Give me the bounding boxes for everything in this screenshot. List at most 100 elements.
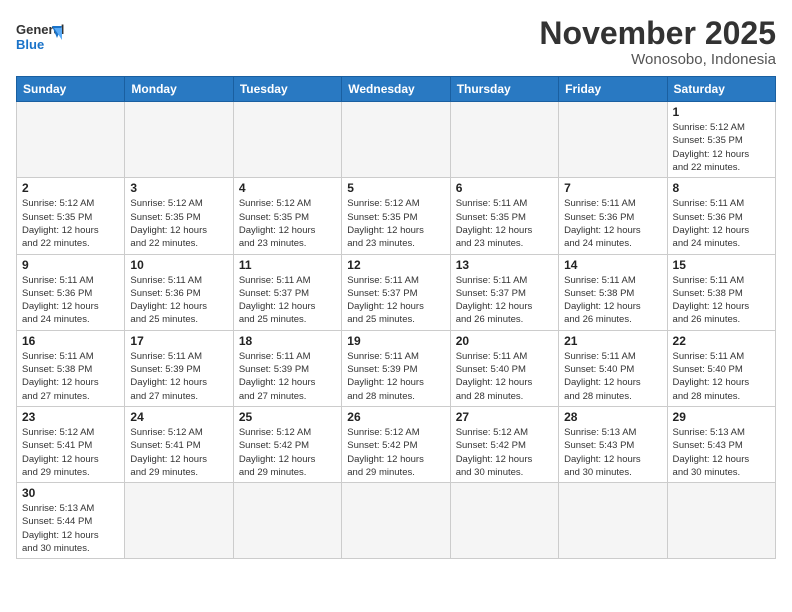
day-info: Sunrise: 5:12 AM Sunset: 5:35 PM Dayligh… <box>673 121 770 174</box>
day-info: Sunrise: 5:11 AM Sunset: 5:36 PM Dayligh… <box>22 274 119 327</box>
calendar-cell: 27 Sunrise: 5:12 AM Sunset: 5:42 PM Dayli… <box>450 406 558 482</box>
day-number: 2 <box>22 181 119 195</box>
calendar-week-row-1: 2 Sunrise: 5:12 AM Sunset: 5:35 PM Daylig… <box>17 178 776 254</box>
calendar-cell: 25 Sunrise: 5:12 AM Sunset: 5:42 PM Dayli… <box>233 406 341 482</box>
weekday-header-wednesday: Wednesday <box>342 77 450 102</box>
weekday-header-friday: Friday <box>559 77 667 102</box>
calendar-cell: 16 Sunrise: 5:11 AM Sunset: 5:38 PM Dayli… <box>17 330 125 406</box>
day-number: 29 <box>673 410 770 424</box>
calendar-cell: 14Sunrise: 5:11 AM Sunset: 5:38 PM Dayli… <box>559 254 667 330</box>
weekday-header-monday: Monday <box>125 77 233 102</box>
day-info: Sunrise: 5:11 AM Sunset: 5:35 PM Dayligh… <box>456 197 553 250</box>
day-number: 27 <box>456 410 553 424</box>
calendar-cell <box>559 483 667 559</box>
day-info: Sunrise: 5:11 AM Sunset: 5:39 PM Dayligh… <box>239 350 336 403</box>
day-number: 7 <box>564 181 661 195</box>
day-number: 3 <box>130 181 227 195</box>
day-number: 5 <box>347 181 444 195</box>
calendar-cell: 20 Sunrise: 5:11 AM Sunset: 5:40 PM Dayli… <box>450 330 558 406</box>
day-number: 20 <box>456 334 553 348</box>
day-number: 22 <box>673 334 770 348</box>
calendar-cell: 29 Sunrise: 5:13 AM Sunset: 5:43 PM Dayli… <box>667 406 775 482</box>
day-info: Sunrise: 5:11 AM Sunset: 5:36 PM Dayligh… <box>564 197 661 250</box>
day-info: Sunrise: 5:11 AM Sunset: 5:36 PM Dayligh… <box>673 197 770 250</box>
logo: GeneralBlue <box>16 16 64 56</box>
day-info: Sunrise: 5:11 AM Sunset: 5:40 PM Dayligh… <box>564 350 661 403</box>
calendar-cell: 4 Sunrise: 5:12 AM Sunset: 5:35 PM Daylig… <box>233 178 341 254</box>
calendar-cell <box>125 102 233 178</box>
calendar-cell: 1Sunrise: 5:12 AM Sunset: 5:35 PM Daylig… <box>667 102 775 178</box>
calendar-cell <box>559 102 667 178</box>
calendar-week-row-4: 23 Sunrise: 5:12 AM Sunset: 5:41 PM Dayli… <box>17 406 776 482</box>
day-info: Sunrise: 5:11 AM Sunset: 5:37 PM Dayligh… <box>456 274 553 327</box>
day-info: Sunrise: 5:13 AM Sunset: 5:43 PM Dayligh… <box>673 426 770 479</box>
calendar-week-row-2: 9Sunrise: 5:11 AM Sunset: 5:36 PM Daylig… <box>17 254 776 330</box>
day-info: Sunrise: 5:13 AM Sunset: 5:44 PM Dayligh… <box>22 502 119 555</box>
calendar-cell: 6Sunrise: 5:11 AM Sunset: 5:35 PM Daylig… <box>450 178 558 254</box>
day-number: 17 <box>130 334 227 348</box>
day-info: Sunrise: 5:11 AM Sunset: 5:39 PM Dayligh… <box>347 350 444 403</box>
calendar-cell: 18 Sunrise: 5:11 AM Sunset: 5:39 PM Dayli… <box>233 330 341 406</box>
weekday-header-sunday: Sunday <box>17 77 125 102</box>
day-number: 12 <box>347 258 444 272</box>
day-info: Sunrise: 5:12 AM Sunset: 5:35 PM Dayligh… <box>239 197 336 250</box>
calendar-cell: 30 Sunrise: 5:13 AM Sunset: 5:44 PM Dayli… <box>17 483 125 559</box>
day-number: 25 <box>239 410 336 424</box>
calendar-cell <box>233 102 341 178</box>
day-info: Sunrise: 5:12 AM Sunset: 5:41 PM Dayligh… <box>22 426 119 479</box>
day-number: 18 <box>239 334 336 348</box>
day-info: Sunrise: 5:12 AM Sunset: 5:35 PM Dayligh… <box>130 197 227 250</box>
day-number: 16 <box>22 334 119 348</box>
calendar-cell: 22Sunrise: 5:11 AM Sunset: 5:40 PM Dayli… <box>667 330 775 406</box>
day-info: Sunrise: 5:11 AM Sunset: 5:38 PM Dayligh… <box>22 350 119 403</box>
calendar-cell <box>450 483 558 559</box>
calendar-cell: 10 Sunrise: 5:11 AM Sunset: 5:36 PM Dayli… <box>125 254 233 330</box>
title-block: November 2025 Wonosobo, Indonesia <box>539 16 776 68</box>
calendar-cell: 19Sunrise: 5:11 AM Sunset: 5:39 PM Dayli… <box>342 330 450 406</box>
day-number: 13 <box>456 258 553 272</box>
calendar-cell: 11 Sunrise: 5:11 AM Sunset: 5:37 PM Dayli… <box>233 254 341 330</box>
calendar-cell: 21 Sunrise: 5:11 AM Sunset: 5:40 PM Dayli… <box>559 330 667 406</box>
weekday-header-thursday: Thursday <box>450 77 558 102</box>
day-number: 30 <box>22 486 119 500</box>
day-info: Sunrise: 5:12 AM Sunset: 5:42 PM Dayligh… <box>239 426 336 479</box>
day-info: Sunrise: 5:11 AM Sunset: 5:39 PM Dayligh… <box>130 350 227 403</box>
day-number: 24 <box>130 410 227 424</box>
calendar-cell: 12 Sunrise: 5:11 AM Sunset: 5:37 PM Dayli… <box>342 254 450 330</box>
calendar-cell: 3 Sunrise: 5:12 AM Sunset: 5:35 PM Daylig… <box>125 178 233 254</box>
day-info: Sunrise: 5:11 AM Sunset: 5:36 PM Dayligh… <box>130 274 227 327</box>
day-info: Sunrise: 5:11 AM Sunset: 5:37 PM Dayligh… <box>239 274 336 327</box>
calendar-cell: 5 Sunrise: 5:12 AM Sunset: 5:35 PM Daylig… <box>342 178 450 254</box>
day-number: 4 <box>239 181 336 195</box>
day-number: 28 <box>564 410 661 424</box>
calendar-cell: 26Sunrise: 5:12 AM Sunset: 5:42 PM Dayli… <box>342 406 450 482</box>
location: Wonosobo, Indonesia <box>539 51 776 68</box>
day-info: Sunrise: 5:12 AM Sunset: 5:42 PM Dayligh… <box>347 426 444 479</box>
calendar-cell <box>667 483 775 559</box>
calendar-cell: 2Sunrise: 5:12 AM Sunset: 5:35 PM Daylig… <box>17 178 125 254</box>
logo-svg: GeneralBlue <box>16 16 64 56</box>
day-number: 21 <box>564 334 661 348</box>
calendar-cell <box>125 483 233 559</box>
header: GeneralBlue November 2025 Wonosobo, Indo… <box>16 16 776 68</box>
weekday-header-saturday: Saturday <box>667 77 775 102</box>
calendar-cell: 7 Sunrise: 5:11 AM Sunset: 5:36 PM Daylig… <box>559 178 667 254</box>
day-info: Sunrise: 5:12 AM Sunset: 5:41 PM Dayligh… <box>130 426 227 479</box>
day-info: Sunrise: 5:11 AM Sunset: 5:38 PM Dayligh… <box>564 274 661 327</box>
day-number: 23 <box>22 410 119 424</box>
calendar-week-row-3: 16 Sunrise: 5:11 AM Sunset: 5:38 PM Dayli… <box>17 330 776 406</box>
calendar-table: SundayMondayTuesdayWednesdayThursdayFrid… <box>16 76 776 559</box>
day-info: Sunrise: 5:13 AM Sunset: 5:43 PM Dayligh… <box>564 426 661 479</box>
day-info: Sunrise: 5:11 AM Sunset: 5:40 PM Dayligh… <box>456 350 553 403</box>
calendar-cell: 9Sunrise: 5:11 AM Sunset: 5:36 PM Daylig… <box>17 254 125 330</box>
day-number: 11 <box>239 258 336 272</box>
calendar-week-row-5: 30 Sunrise: 5:13 AM Sunset: 5:44 PM Dayli… <box>17 483 776 559</box>
day-info: Sunrise: 5:12 AM Sunset: 5:35 PM Dayligh… <box>347 197 444 250</box>
svg-text:Blue: Blue <box>16 37 44 52</box>
calendar-cell <box>233 483 341 559</box>
day-info: Sunrise: 5:11 AM Sunset: 5:37 PM Dayligh… <box>347 274 444 327</box>
day-info: Sunrise: 5:12 AM Sunset: 5:42 PM Dayligh… <box>456 426 553 479</box>
calendar-cell <box>342 483 450 559</box>
day-number: 10 <box>130 258 227 272</box>
day-number: 15 <box>673 258 770 272</box>
